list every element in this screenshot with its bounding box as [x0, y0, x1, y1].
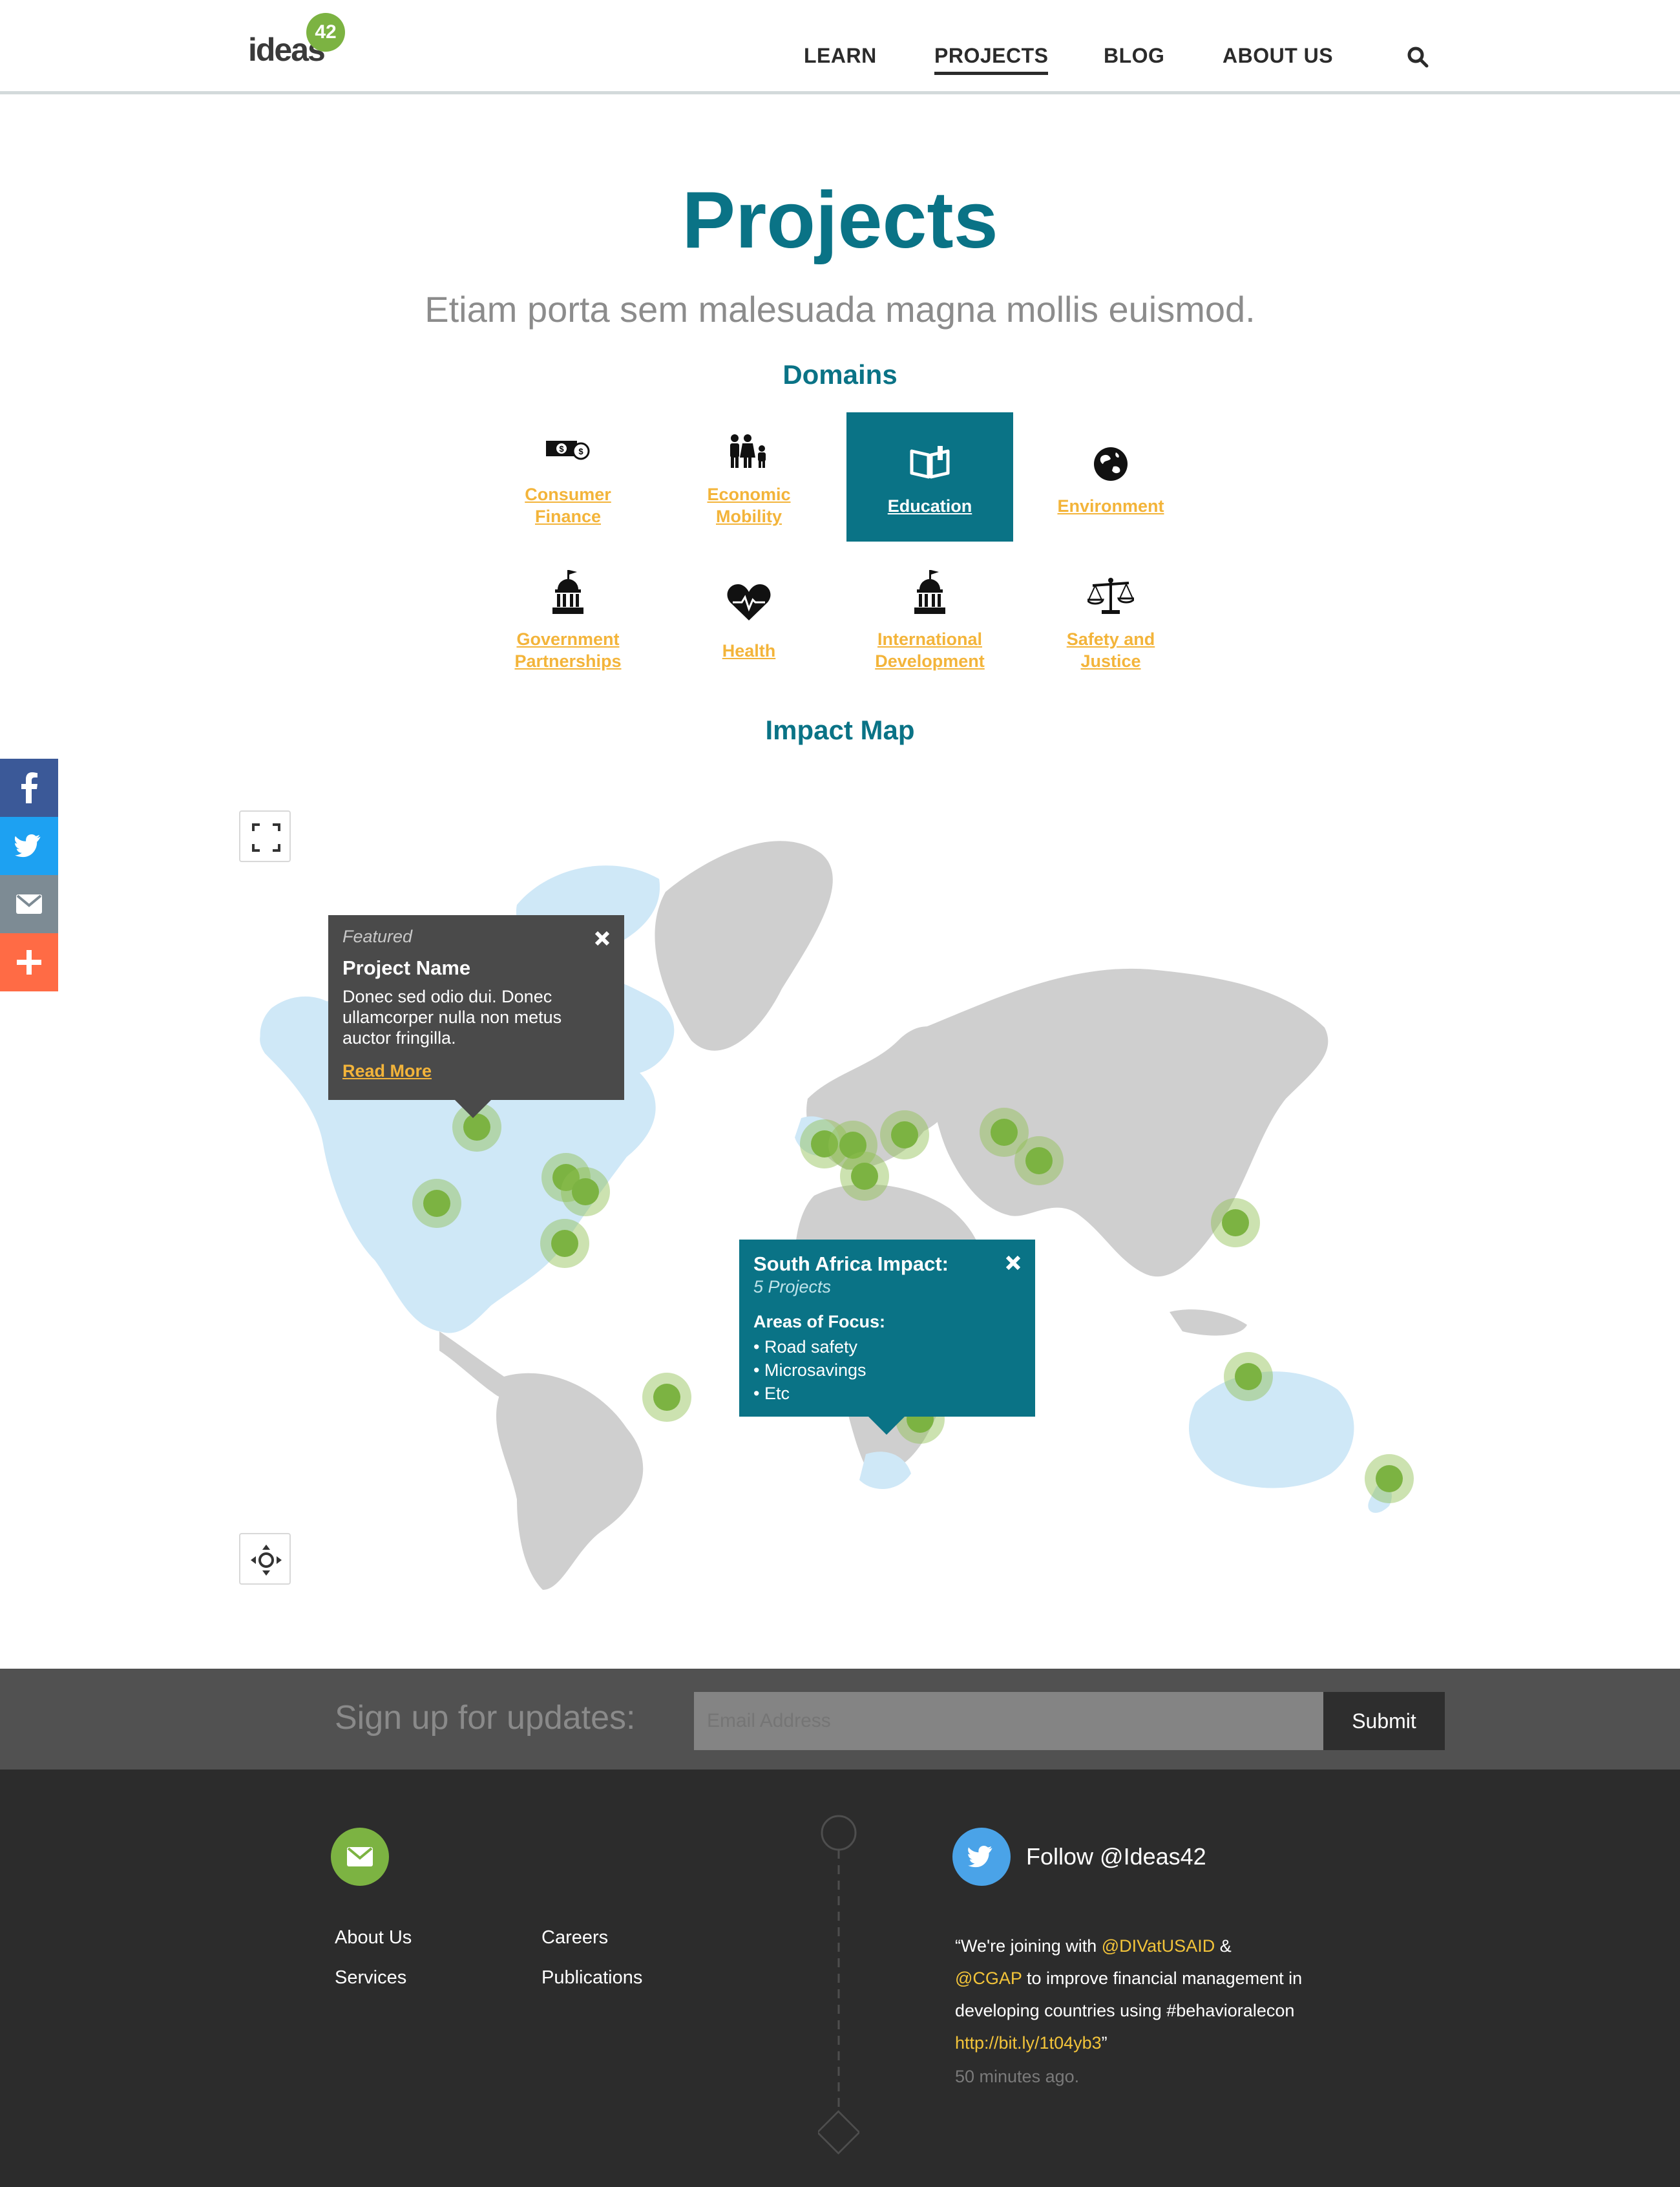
domain-label: Government Partnerships — [514, 629, 622, 671]
close-icon[interactable] — [1004, 1254, 1022, 1272]
tweet-timestamp: 50 minutes ago. — [955, 2067, 1080, 2086]
nav-blog[interactable]: BLOG — [1104, 44, 1164, 75]
heart-pulse-icon — [666, 583, 832, 622]
map-marker[interactable] — [1365, 1454, 1414, 1503]
globe-icon — [1027, 446, 1194, 482]
footer-link-careers[interactable]: Careers — [541, 1927, 608, 1949]
more-share-button[interactable] — [0, 933, 58, 991]
svg-text:$: $ — [559, 444, 564, 454]
email-share-button[interactable] — [0, 875, 58, 933]
domain-environment[interactable]: Environment — [1027, 412, 1194, 542]
twitter-icon[interactable] — [952, 1828, 1011, 1886]
map-marker[interactable] — [840, 1152, 889, 1201]
project-description: Donec sed odio dui. Donec ullamcorper nu… — [342, 987, 562, 1048]
family-icon — [666, 433, 832, 469]
facebook-share-button[interactable] — [0, 759, 58, 817]
tweet-mention[interactable]: @CGAP — [955, 1969, 1022, 1988]
featured-tag: Featured — [342, 927, 413, 946]
focus-list: • Road safety • Microsavings • Etc — [753, 1335, 866, 1405]
page-title: Projects — [682, 176, 998, 265]
signup-bar: Sign up for updates: Submit — [0, 1669, 1680, 1770]
project-name: Project Name — [342, 956, 471, 979]
nav-projects[interactable]: PROJECTS — [934, 44, 1049, 75]
map-marker[interactable] — [1211, 1198, 1260, 1247]
footer-link-about-us[interactable]: About Us — [335, 1927, 412, 1949]
indonesia-shape — [1170, 1309, 1247, 1336]
focus-item: • Microsavings — [753, 1360, 866, 1380]
domain-label: International Development — [875, 629, 985, 671]
region-impact-popup: South Africa Impact: 5 Projects Areas of… — [739, 1240, 1035, 1435]
map-marker[interactable] — [561, 1167, 610, 1216]
map-marker[interactable] — [540, 1219, 589, 1268]
focus-item: • Etc — [753, 1384, 790, 1403]
domain-consumer-finance[interactable]: $ $ Consumer Finance — [485, 412, 651, 542]
australia-shape — [1189, 1371, 1354, 1488]
footer-link-services[interactable]: Services — [335, 1967, 406, 1989]
latest-tweet: “We're joining with @DIVatUSAID & @CGAP t… — [955, 1936, 1303, 2053]
email-input[interactable] — [694, 1692, 1323, 1750]
submit-button[interactable]: Submit — [1323, 1692, 1445, 1750]
domain-education[interactable]: Education — [846, 412, 1013, 542]
domain-health[interactable]: Health — [666, 557, 832, 686]
signup-label: Sign up for updates: — [335, 1699, 636, 1737]
impact-map-heading: Impact Map — [765, 715, 915, 745]
recenter-button[interactable] — [239, 1533, 291, 1585]
svg-text:$: $ — [578, 447, 583, 456]
domains-heading: Domains — [782, 359, 898, 390]
fullscreen-button[interactable] — [239, 810, 291, 862]
capitol-icon — [846, 570, 1013, 615]
facebook-icon — [21, 772, 37, 803]
site-header: ideas 42 LEARN PROJECTS BLOG ABOUT US — [0, 0, 1680, 94]
map-marker[interactable] — [1014, 1136, 1064, 1185]
read-more-link[interactable]: Read More — [342, 1061, 432, 1081]
footer-divider — [818, 1815, 859, 2155]
featured-project-popup: Featured Project Name Donec sed odio dui… — [328, 915, 624, 1118]
close-icon[interactable] — [593, 929, 611, 947]
map-marker[interactable] — [1224, 1352, 1273, 1401]
capitol-icon — [485, 570, 651, 615]
ideas42-logo[interactable]: ideas 42 — [248, 13, 345, 68]
domain-label: Economic Mobility — [707, 485, 791, 526]
region-title: South Africa Impact: — [753, 1252, 949, 1275]
book-icon — [846, 446, 1013, 480]
plus-icon — [17, 950, 41, 975]
focus-item: • Road safety — [753, 1337, 858, 1357]
map-marker[interactable] — [412, 1179, 461, 1228]
greenland-shape — [655, 841, 833, 1051]
twitter-icon — [15, 834, 41, 858]
south-america-shape — [496, 1373, 644, 1590]
nav-about-us[interactable]: ABOUT US — [1223, 44, 1333, 75]
site-footer: About Us Careers Services Publications F… — [0, 1770, 1680, 2187]
tweet-link[interactable]: http://bit.ly/1t04yb3 — [955, 2033, 1102, 2053]
world-map[interactable] — [213, 795, 1473, 1590]
domain-label: Safety and Justice — [1066, 629, 1155, 671]
twitter-share-button[interactable] — [0, 817, 58, 875]
central-america-shape — [439, 1331, 511, 1398]
domain-label: Consumer Finance — [525, 485, 611, 526]
domain-economic-mobility[interactable]: Economic Mobility — [666, 412, 832, 542]
email-icon — [16, 894, 42, 914]
contact-email-icon[interactable] — [331, 1828, 389, 1886]
search-icon[interactable] — [1406, 45, 1429, 69]
map-marker[interactable] — [642, 1373, 691, 1422]
domain-government-partnerships[interactable]: Government Partnerships — [485, 557, 651, 686]
page-subtitle: Etiam porta sem malesuada magna mollis e… — [425, 289, 1255, 330]
project-count: 5 Projects — [753, 1277, 832, 1296]
domain-label: Health — [722, 641, 776, 660]
scales-icon — [1027, 576, 1194, 615]
twitter-follow-link[interactable]: Follow @Ideas42 — [1026, 1843, 1206, 1870]
footer-link-publications[interactable]: Publications — [541, 1967, 642, 1989]
tweet-mention[interactable]: @DIVatUSAID — [1102, 1936, 1215, 1956]
money-icon: $ $ — [485, 438, 651, 460]
map-marker[interactable] — [880, 1110, 929, 1159]
logo-badge: 42 — [306, 13, 345, 52]
focus-heading: Areas of Focus: — [753, 1312, 886, 1331]
domain-international-development[interactable]: International Development — [846, 557, 1013, 686]
domain-label: Environment — [1057, 496, 1164, 516]
domain-label: Education — [887, 496, 972, 516]
domain-safety-and-justice[interactable]: Safety and Justice — [1027, 557, 1194, 686]
nav-learn[interactable]: LEARN — [804, 44, 877, 75]
